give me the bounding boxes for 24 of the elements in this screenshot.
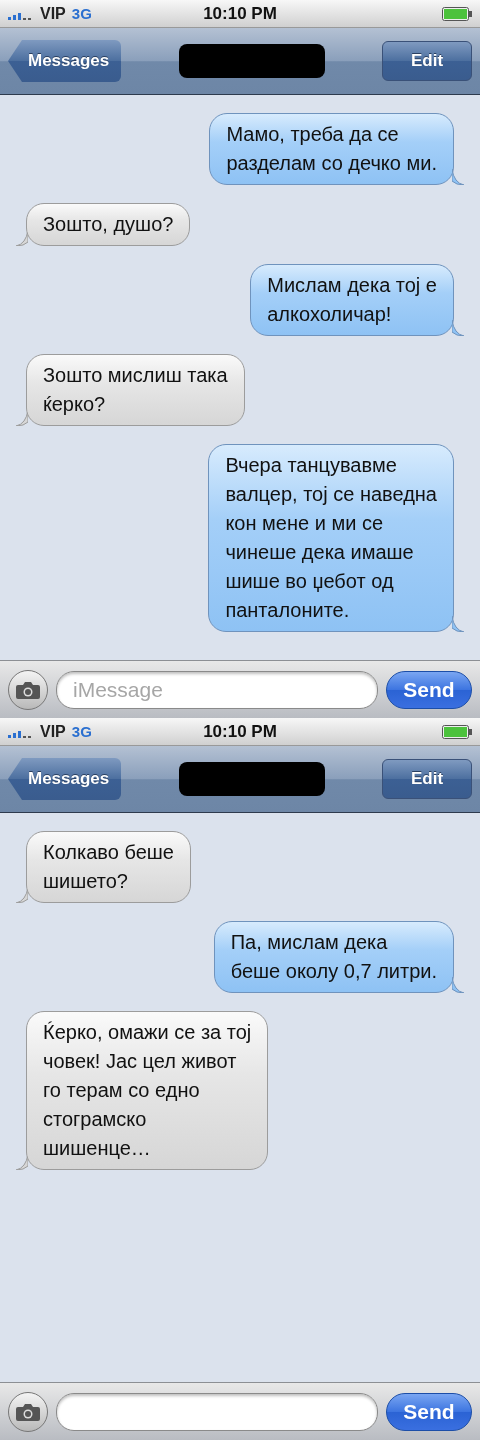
message-field[interactable] <box>56 1392 378 1431</box>
status-time: 10:10 PM <box>202 721 278 742</box>
camera-icon <box>16 680 40 699</box>
network-type: 3G <box>71 723 92 740</box>
bubble-tail-icon <box>452 616 464 632</box>
bubble-tail-icon <box>452 977 464 993</box>
edit-button[interactable]: Edit <box>382 759 472 799</box>
carrier-name: VIP <box>40 722 66 741</box>
bubble-tail-icon <box>452 169 464 185</box>
carrier-name: VIP <box>40 4 66 23</box>
back-button[interactable]: Messages <box>8 758 122 800</box>
send-button[interactable]: Send <box>386 1392 472 1431</box>
camera-button[interactable] <box>8 1391 48 1432</box>
back-button[interactable]: Messages <box>8 40 122 82</box>
network-type: 3G <box>71 5 92 22</box>
bubble-tail-icon <box>452 320 464 336</box>
send-button[interactable]: Send <box>386 670 472 709</box>
edit-button[interactable]: Edit <box>382 41 472 81</box>
camera-button[interactable] <box>8 669 48 710</box>
status-time: 10:10 PM <box>202 3 278 24</box>
battery-icon <box>442 724 472 739</box>
battery-icon <box>442 6 472 21</box>
camera-icon <box>16 1402 40 1421</box>
message-field[interactable]: iMessage <box>56 670 378 709</box>
